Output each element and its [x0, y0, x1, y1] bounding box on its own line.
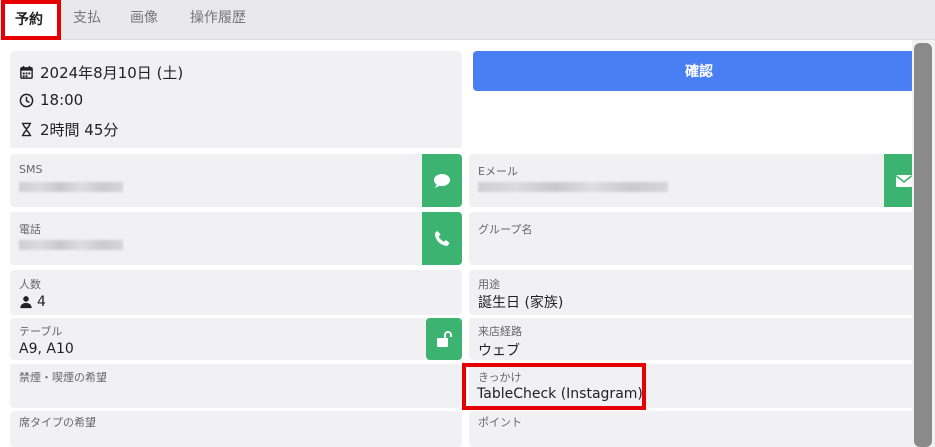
- call-button[interactable]: [422, 212, 462, 265]
- purpose-value: 誕生日 (家族): [478, 295, 564, 311]
- table-lock-button[interactable]: [426, 318, 462, 360]
- people-field: [10, 270, 462, 315]
- reservation-duration: 2時間 45分: [40, 121, 119, 139]
- table-label: テーブル: [19, 325, 63, 338]
- sms-label: SMS: [19, 163, 43, 176]
- people-value: 4: [19, 294, 46, 310]
- chat-icon: [434, 173, 450, 188]
- phone-label: 電話: [19, 223, 41, 236]
- smoking-pref-label: 禁煙・喫煙の希望: [19, 371, 107, 384]
- clock-icon: [19, 93, 34, 107]
- email-label: Eメール: [478, 165, 518, 178]
- hourglass-icon: [21, 122, 32, 137]
- tab-reservation[interactable]: 予約: [1, 0, 61, 40]
- sms-field: [10, 154, 462, 207]
- seat-type-label: 席タイプの希望: [19, 416, 96, 429]
- email-value-redacted: [478, 182, 668, 192]
- points-field: [469, 411, 924, 447]
- scrollbar-thumb[interactable]: [914, 43, 932, 447]
- reservation-time: 18:00: [40, 91, 84, 109]
- phone-value-redacted: [19, 240, 123, 250]
- phone-field: [10, 212, 462, 265]
- calendar-icon: [20, 65, 33, 79]
- unlock-icon: [437, 331, 452, 347]
- people-count: 4: [37, 294, 46, 310]
- people-label: 人数: [19, 278, 41, 291]
- group-name-field: [469, 212, 924, 265]
- phone-icon: [434, 230, 450, 246]
- source-value: ウェブ: [478, 343, 520, 359]
- tab-payment[interactable]: 支払: [73, 0, 101, 40]
- table-field: [10, 318, 462, 360]
- purpose-label: 用途: [478, 278, 500, 291]
- trigger-highlight: [462, 363, 646, 410]
- confirm-button[interactable]: 確認: [473, 51, 925, 91]
- email-field: [469, 154, 924, 207]
- duration-row: 2時間 45分: [19, 119, 118, 140]
- table-value: A9, A10: [19, 341, 74, 357]
- group-name-label: グループ名: [478, 223, 533, 236]
- tab-bar: 予約 支払 画像 操作履歴: [0, 0, 935, 40]
- reservation-date: 2024年8月10日 (土): [40, 64, 184, 82]
- tab-history[interactable]: 操作履歴: [190, 0, 246, 40]
- source-label: 来店経路: [478, 325, 522, 338]
- sms-send-button[interactable]: [422, 154, 462, 207]
- sms-value-redacted: [19, 182, 123, 192]
- source-field: [469, 318, 924, 360]
- time-row: 18:00: [19, 91, 83, 109]
- points-label: ポイント: [478, 416, 522, 429]
- date-row: 2024年8月10日 (土): [19, 62, 183, 83]
- mail-icon: [896, 174, 912, 187]
- tab-images[interactable]: 画像: [130, 0, 158, 40]
- person-icon: [20, 296, 32, 309]
